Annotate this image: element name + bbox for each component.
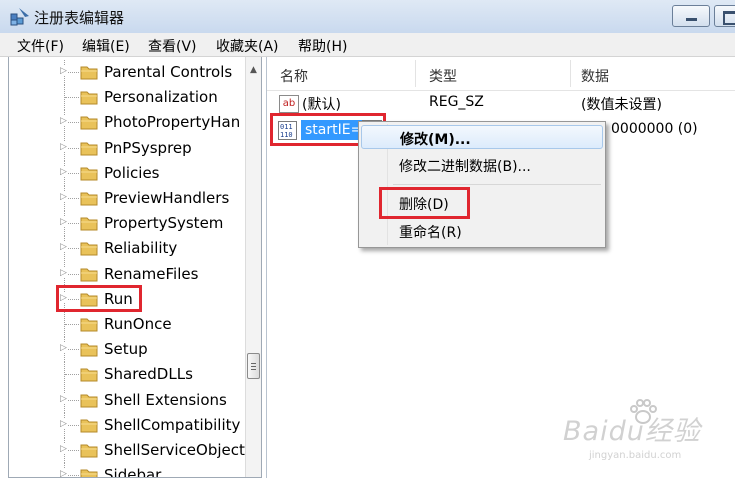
tree-item-label: Shell Extensions: [104, 390, 227, 409]
tree-item-label: Reliability: [104, 239, 178, 258]
expand-arrow-icon[interactable]: ▷: [60, 66, 67, 76]
folder-icon: [80, 116, 98, 130]
baidu-watermark: Baidu经验 jingyan.baidu.com: [563, 397, 733, 472]
menu-edit[interactable]: 编辑(E): [82, 36, 130, 56]
tree-item-label: PnPSysprep: [104, 138, 192, 157]
tree-item-label: SharedDLLs: [104, 365, 193, 384]
folder-icon: [80, 469, 98, 477]
window-title: 注册表编辑器: [34, 9, 125, 27]
maximize-button[interactable]: [714, 5, 735, 27]
expand-arrow-icon[interactable]: ▷: [60, 166, 67, 177]
string-value-icon: ab: [279, 95, 299, 113]
value-name: (默认): [302, 97, 341, 113]
tree-item[interactable]: SharedDLLs: [9, 362, 245, 388]
folder-icon: [80, 66, 98, 80]
maximize-icon: [723, 11, 735, 25]
registry-key-tree: ▷ Parental Controls Personalization ▷ PhotoP…: [8, 57, 262, 478]
folder-icon: [80, 142, 98, 156]
tree-item-label: Policies: [104, 163, 160, 182]
expand-arrow-icon[interactable]: ▷: [60, 418, 67, 429]
scroll-up-icon[interactable]: ▲: [250, 65, 257, 75]
highlight-run-key: [56, 285, 142, 312]
tree-item[interactable]: ▷ ShellCompatibility: [9, 412, 245, 438]
expand-arrow-icon[interactable]: ▷: [60, 343, 67, 354]
expand-arrow-icon[interactable]: ▷: [60, 192, 67, 202]
minimize-icon: [686, 18, 697, 21]
tree-item[interactable]: ▷ Parental Controls: [9, 60, 245, 85]
watermark-text: Baidu经验: [563, 416, 701, 447]
tree-scrollbar[interactable]: ▲: [245, 57, 261, 477]
folder-icon: [80, 419, 98, 433]
tree-item[interactable]: ▷ PropertySystem: [9, 211, 245, 237]
tree-item-label: Personalization: [104, 88, 218, 107]
expand-arrow-icon[interactable]: ▷: [60, 141, 67, 152]
column-data[interactable]: 数据: [581, 66, 609, 86]
regedit-app-icon: [10, 8, 29, 26]
menu-view[interactable]: 查看(V): [148, 36, 197, 56]
tree-item-label: RenameFiles: [104, 264, 199, 283]
tree-item[interactable]: ▷ ShellServiceObjectI: [9, 438, 249, 463]
tree-item[interactable]: ▷ RenameFiles: [9, 261, 245, 287]
column-type[interactable]: 类型: [429, 66, 457, 86]
highlight-delete: [379, 187, 470, 219]
value-data: (数值未设置): [581, 97, 662, 113]
folder-icon: [80, 91, 98, 105]
tree-item-label: PropertySystem: [104, 214, 224, 233]
menu-bar: 文件(F) 编辑(E) 查看(V) 收藏夹(A) 帮助(H): [0, 33, 735, 57]
folder-icon: [80, 192, 98, 206]
tree-item[interactable]: ▷ Reliability: [9, 236, 245, 262]
tree-item-label: PhotoPropertyHan: [104, 113, 241, 132]
expand-arrow-icon[interactable]: ▷: [60, 267, 67, 278]
tree-item[interactable]: ▷ Policies: [9, 160, 245, 186]
scrollbar-thumb[interactable]: [247, 353, 260, 379]
folder-icon: [80, 343, 98, 357]
menu-item-modify[interactable]: 修改(M)...: [361, 125, 603, 149]
tree-item-label: Setup: [104, 340, 148, 359]
tree-item-label: ShellServiceObjectI: [104, 441, 250, 459]
menu-separator: [393, 184, 601, 185]
tree-item-label: Parental Controls: [104, 63, 233, 81]
tree-item[interactable]: Personalization: [9, 85, 245, 111]
folder-icon: [80, 242, 98, 256]
title-bar: 注册表编辑器: [0, 0, 735, 33]
menu-item-rename[interactable]: 重命名(R): [361, 219, 603, 243]
tree-item[interactable]: ▷ Sidebar: [9, 463, 245, 478]
value-type: REG_SZ: [429, 94, 484, 110]
folder-icon: [80, 167, 98, 181]
tree-item-label: Sidebar: [104, 466, 162, 478]
watermark-url: jingyan.baidu.com: [589, 450, 682, 461]
tree-item[interactable]: ▷ PreviewHandlers: [9, 186, 245, 211]
column-header: 名称 类型 数据: [267, 57, 735, 91]
value-data: 0000000 (0): [611, 121, 698, 137]
expand-arrow-icon[interactable]: ▷: [60, 393, 67, 404]
menu-file[interactable]: 文件(F): [17, 36, 64, 56]
menu-item-modify-binary[interactable]: 修改二进制数据(B)...: [361, 153, 603, 177]
folder-icon: [80, 268, 98, 282]
tree-item[interactable]: ▷ Setup: [9, 337, 245, 363]
menu-help[interactable]: 帮助(H): [298, 36, 347, 56]
folder-icon: [80, 444, 98, 458]
folder-icon: [80, 368, 98, 382]
tree-item[interactable]: RunOnce: [9, 312, 245, 337]
column-name[interactable]: 名称: [280, 66, 308, 86]
minimize-button[interactable]: [672, 5, 710, 27]
folder-icon: [80, 318, 98, 332]
context-menu: 修改(M)... 修改二进制数据(B)... 删除(D) 重命名(R): [358, 121, 606, 248]
expand-arrow-icon[interactable]: ▷: [60, 217, 67, 228]
tree-item-label: ShellCompatibility: [104, 415, 241, 434]
folder-icon: [80, 394, 98, 408]
tree-item[interactable]: ▷ Shell Extensions: [9, 387, 245, 413]
tree-item-label: PreviewHandlers: [104, 189, 230, 207]
expand-arrow-icon[interactable]: ▷: [60, 116, 67, 127]
tree-item[interactable]: ▷ PhotoPropertyHan: [9, 110, 245, 136]
tree-item[interactable]: ▷ PnPSysprep: [9, 135, 245, 161]
tree-item-label: RunOnce: [104, 315, 172, 333]
folder-icon: [80, 217, 98, 231]
expand-arrow-icon[interactable]: ▷: [60, 242, 67, 253]
expand-arrow-icon[interactable]: ▷: [60, 444, 67, 454]
expand-arrow-icon[interactable]: ▷: [60, 469, 67, 477]
menu-favorites[interactable]: 收藏夹(A): [216, 36, 279, 56]
